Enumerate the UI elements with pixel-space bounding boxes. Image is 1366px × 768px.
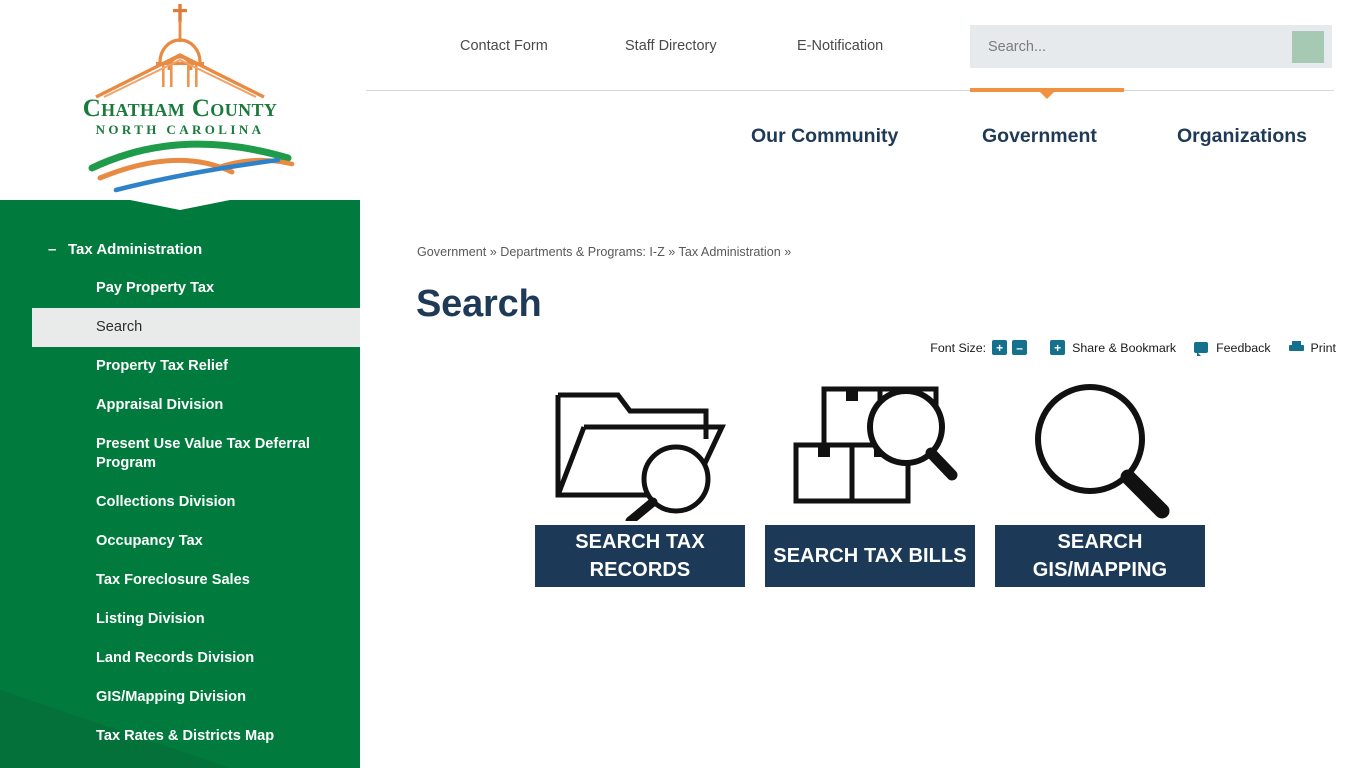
sidebar-nav: – Tax Administration Pay Property Tax Searc… <box>0 230 360 756</box>
search-input[interactable] <box>970 25 1300 68</box>
sidebar-item-gis-mapping-division[interactable]: GIS/Mapping Division <box>0 678 360 717</box>
tile-search-tax-records[interactable]: SEARCH TAX RECORDS <box>535 380 745 587</box>
sidebar-item-label: GIS/Mapping Division <box>96 689 246 705</box>
site-logo[interactable]: Chatham County NORTH CAROLINA <box>0 0 360 200</box>
logo-title: Chatham County <box>82 95 278 122</box>
page-utility-toolbar: Font Size: + – + Share & Bookmark Feedba… <box>930 340 1336 356</box>
sidebar-item-occupancy-tax[interactable]: Occupancy Tax <box>0 522 360 561</box>
boxes-search-icon <box>765 380 975 525</box>
feedback-label: Feedback <box>1216 340 1271 355</box>
font-size-increase-button[interactable]: + <box>992 340 1008 355</box>
sidebar-item-collections-division[interactable]: Collections Division <box>0 483 360 522</box>
font-size-label: Font Size: <box>930 340 987 355</box>
toplink-e-notification[interactable]: E-Notification <box>797 38 883 54</box>
sidebar-item-label: Tax Administration <box>68 241 203 258</box>
share-bookmark-label: Share & Bookmark <box>1072 340 1177 355</box>
print-button[interactable]: Print <box>1288 340 1336 355</box>
sidebar-item-label: Tax Rates & Districts Map <box>96 728 275 744</box>
sidebar-item-label: Search <box>96 319 143 335</box>
chat-bubble-icon <box>1194 342 1209 356</box>
site-search <box>970 25 1332 68</box>
mainnav-item-government[interactable]: Government <box>982 125 1097 148</box>
sidebar-item-property-tax-relief[interactable]: Property Tax Relief <box>0 347 360 386</box>
main-content: Government » Departments & Programs: I-Z… <box>360 180 1366 768</box>
sidebar-item-label: Property Tax Relief <box>96 358 228 374</box>
sidebar-item-label: Listing Division <box>96 611 205 627</box>
search-tiles: SEARCH TAX RECORDS SEARCH TAX BILLS SEAR… <box>535 380 1205 587</box>
print-label: Print <box>1310 340 1336 355</box>
sidebar-item-label: Occupancy Tax <box>96 533 203 549</box>
sidebar-item-label: Present Use Value Tax Deferral Program <box>96 436 310 471</box>
sidebar-item-search[interactable]: Search <box>32 308 360 347</box>
sidebar-collapse-toggle-icon[interactable]: – <box>48 240 56 259</box>
sidebar-item-tax-administration[interactable]: – Tax Administration <box>0 230 360 269</box>
top-utility-bar: Contact Form Staff Directory E-Notificat… <box>360 0 1366 90</box>
plus-icon: + <box>1050 340 1066 355</box>
logo-subtitle: NORTH CAROLINA <box>95 122 265 137</box>
breadcrumb[interactable]: Government » Departments & Programs: I-Z… <box>417 245 791 259</box>
share-bookmark-button[interactable]: + Share & Bookmark <box>1050 340 1176 355</box>
sidebar-item-pay-property-tax[interactable]: Pay Property Tax <box>0 269 360 308</box>
toplink-staff-directory[interactable]: Staff Directory <box>625 38 717 54</box>
font-size-decrease-button[interactable]: – <box>1012 340 1028 355</box>
mainnav-item-organizations[interactable]: Organizations <box>1177 125 1307 148</box>
feedback-button[interactable]: Feedback <box>1194 340 1271 356</box>
nav-active-indicator-arrow <box>1038 90 1056 99</box>
tile-label: SEARCH TAX BILLS <box>765 525 975 587</box>
tile-label: SEARCH GIS/MAPPING <box>995 525 1205 587</box>
sidebar-item-label: Land Records Division <box>96 650 255 666</box>
sidebar-item-label: Tax Foreclosure Sales <box>96 572 250 588</box>
mainnav-item-our-community[interactable]: Our Community <box>751 125 898 148</box>
tile-search-tax-bills[interactable]: SEARCH TAX BILLS <box>765 380 975 587</box>
toplink-contact-form[interactable]: Contact Form <box>460 38 548 54</box>
sidebar-item-tax-rates-districts-map[interactable]: Tax Rates & Districts Map <box>0 717 360 756</box>
sidebar-item-present-use-value-tax-deferral-program[interactable]: Present Use Value Tax Deferral Program <box>0 425 360 483</box>
folder-search-icon <box>535 380 745 525</box>
sidebar-item-appraisal-division[interactable]: Appraisal Division <box>0 386 360 425</box>
sidebar-item-land-records-division[interactable]: Land Records Division <box>0 639 360 678</box>
sidebar-item-listing-division[interactable]: Listing Division <box>0 600 360 639</box>
tile-search-gis-mapping[interactable]: SEARCH GIS/MAPPING <box>995 380 1205 587</box>
sidebar-item-tax-foreclosure-sales[interactable]: Tax Foreclosure Sales <box>0 561 360 600</box>
page-title: Search <box>416 283 542 325</box>
tile-label: SEARCH TAX RECORDS <box>535 525 745 587</box>
sidebar-item-label: Pay Property Tax <box>96 280 215 296</box>
sidebar-item-label: Appraisal Division <box>96 397 224 413</box>
sidebar-item-label: Collections Division <box>96 494 236 510</box>
main-nav: Our Community Government Organizations <box>360 110 1366 166</box>
magnifier-icon <box>995 380 1205 525</box>
search-submit-button[interactable] <box>1292 31 1324 63</box>
printer-icon <box>1288 341 1304 354</box>
